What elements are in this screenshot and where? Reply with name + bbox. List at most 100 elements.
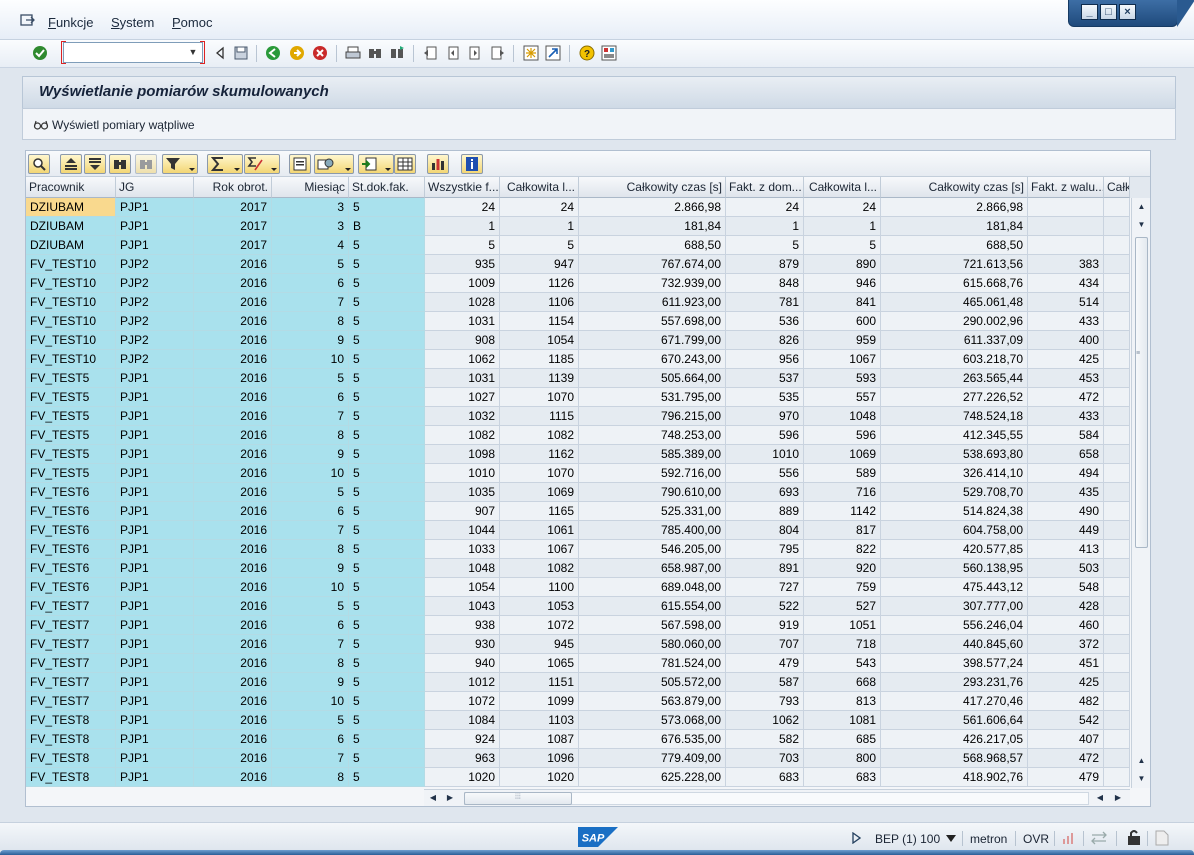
table-cell[interactable]: 683 [804, 768, 881, 787]
table-cell[interactable]: 589 [804, 464, 881, 483]
table-cell[interactable]: 1044 [425, 521, 500, 540]
table-cell[interactable]: 2016 [194, 350, 272, 369]
table-cell[interactable] [1104, 578, 1130, 597]
table-cell[interactable]: 2016 [194, 293, 272, 312]
table-row[interactable]: FV_TEST5 PJP1 2016 8 5 1082 1082 748.253,00 596 5… [26, 426, 1130, 445]
table-cell[interactable]: 8 [272, 540, 349, 559]
green-back-icon[interactable] [265, 45, 281, 61]
table-cell[interactable]: 1082 [500, 426, 579, 445]
table-cell[interactable]: 407 [1028, 730, 1104, 749]
table-row[interactable]: DZIUBAM PJP1 2017 3 5 24 24 2.866,98 24 24 2.866,9… [26, 198, 1130, 217]
maximize-button[interactable]: □ [1100, 4, 1117, 20]
table-cell[interactable]: 10 [272, 578, 349, 597]
table-cell[interactable]: 1115 [500, 407, 579, 426]
show-questionable-button[interactable]: Wyświetl pomiary wątpliwe [33, 117, 195, 133]
table-cell[interactable] [1104, 293, 1130, 312]
table-cell[interactable]: FV_TEST7 [26, 616, 116, 635]
table-cell[interactable]: 800 [804, 749, 881, 768]
table-cell[interactable]: 707 [726, 635, 804, 654]
table-row[interactable]: FV_TEST10 PJP2 2016 9 5 908 1054 671.799,00 826 9… [26, 331, 1130, 350]
table-cell[interactable]: 5 [349, 597, 425, 616]
table-cell[interactable]: PJP1 [116, 692, 194, 711]
table-cell[interactable]: 529.708,70 [881, 483, 1028, 502]
table-cell[interactable]: 425 [1028, 350, 1104, 369]
table-cell[interactable]: 557.698,00 [579, 312, 726, 331]
header-st-dok-fak[interactable]: St.dok.fak. [349, 177, 425, 198]
table-cell[interactable]: 817 [804, 521, 881, 540]
table-cell[interactable]: 383 [1028, 255, 1104, 274]
table-cell[interactable]: 685 [804, 730, 881, 749]
table-row[interactable]: DZIUBAM PJP1 2017 4 5 5 5 688,50 5 5 688,50 [26, 236, 1130, 255]
table-cell[interactable]: 412.345,55 [881, 426, 1028, 445]
table-row[interactable]: FV_TEST7 PJP1 2016 9 5 1012 1151 505.572,00 587 6… [26, 673, 1130, 692]
table-cell[interactable]: 557 [804, 388, 881, 407]
table-cell[interactable]: 10 [272, 464, 349, 483]
table-cell[interactable]: 781.524,00 [579, 654, 726, 673]
table-cell[interactable]: 1028 [425, 293, 500, 312]
table-cell[interactable]: FV_TEST7 [26, 673, 116, 692]
table-cell[interactable]: FV_TEST8 [26, 768, 116, 787]
scroll-left-icon[interactable]: ◀ [427, 792, 439, 804]
status-expand-icon[interactable] [852, 832, 861, 844]
table-cell[interactable]: 435 [1028, 483, 1104, 502]
table-cell[interactable]: 5 [349, 616, 425, 635]
scroll-page-down-icon[interactable]: ▲ [1135, 754, 1148, 767]
table-cell[interactable]: 1096 [500, 749, 579, 768]
table-cell[interactable]: PJP1 [116, 730, 194, 749]
next-page-icon[interactable] [467, 45, 483, 61]
table-cell[interactable]: 5 [349, 388, 425, 407]
table-cell[interactable]: 1126 [500, 274, 579, 293]
table-cell[interactable]: PJP2 [116, 331, 194, 350]
table-cell[interactable]: 1139 [500, 369, 579, 388]
table-row[interactable]: FV_TEST7 PJP1 2016 6 5 938 1072 567.598,00 919 10… [26, 616, 1130, 635]
table-cell[interactable] [1104, 198, 1130, 217]
table-cell[interactable]: 781 [726, 293, 804, 312]
table-cell[interactable]: 585.389,00 [579, 445, 726, 464]
table-cell[interactable]: 7 [272, 521, 349, 540]
find-next-button[interactable] [135, 154, 157, 174]
table-cell[interactable]: 6 [272, 616, 349, 635]
table-cell[interactable]: 2016 [194, 711, 272, 730]
table-cell[interactable]: PJP2 [116, 350, 194, 369]
table-cell[interactable] [1104, 483, 1130, 502]
table-cell[interactable]: 2016 [194, 331, 272, 350]
table-cell[interactable] [1104, 692, 1130, 711]
table-cell[interactable]: 721.613,56 [881, 255, 1028, 274]
table-cell[interactable]: 1067 [804, 350, 881, 369]
table-cell[interactable] [1028, 236, 1104, 255]
table-cell[interactable]: 542 [1028, 711, 1104, 730]
table-cell[interactable]: 1 [804, 217, 881, 236]
table-cell[interactable]: 1081 [804, 711, 881, 730]
table-row[interactable]: FV_TEST7 PJP1 2016 7 5 930 945 580.060,00 707 718… [26, 635, 1130, 654]
table-cell[interactable]: 748.524,18 [881, 407, 1028, 426]
table-cell[interactable]: 5 [349, 236, 425, 255]
table-cell[interactable] [1104, 616, 1130, 635]
lock-icon[interactable] [1126, 829, 1142, 846]
table-cell[interactable]: 790.610,00 [579, 483, 726, 502]
header-miesiac[interactable]: Miesiąc [272, 177, 349, 198]
table-cell[interactable]: PJP1 [116, 407, 194, 426]
table-cell[interactable]: FV_TEST6 [26, 502, 116, 521]
header-calkowity-czas-1[interactable]: Całkowity czas [s] [579, 177, 726, 198]
table-cell[interactable]: DZIUBAM [26, 198, 116, 217]
table-cell[interactable]: 611.923,00 [579, 293, 726, 312]
table-cell[interactable]: 5 [349, 483, 425, 502]
table-cell[interactable]: FV_TEST6 [26, 578, 116, 597]
table-cell[interactable]: 603.218,70 [881, 350, 1028, 369]
table-cell[interactable]: PJP2 [116, 312, 194, 331]
table-cell[interactable]: 6 [272, 730, 349, 749]
table-cell[interactable]: PJP1 [116, 559, 194, 578]
table-row[interactable]: FV_TEST5 PJP1 2016 9 5 1098 1162 585.389,00 1010… [26, 445, 1130, 464]
table-cell[interactable]: 400 [1028, 331, 1104, 350]
header-jg[interactable]: JG [116, 177, 194, 198]
header-fakt-z-walu[interactable]: Fakt. z walu... [1028, 177, 1104, 198]
table-cell[interactable]: 5 [349, 768, 425, 787]
table-cell[interactable]: 689.048,00 [579, 578, 726, 597]
table-cell[interactable]: 924 [425, 730, 500, 749]
chevron-down-icon[interactable]: ▼ [186, 45, 200, 60]
table-cell[interactable]: 593 [804, 369, 881, 388]
table-cell[interactable]: 2016 [194, 521, 272, 540]
table-cell[interactable]: 5 [272, 711, 349, 730]
table-cell[interactable]: 1027 [425, 388, 500, 407]
table-cell[interactable]: 1061 [500, 521, 579, 540]
